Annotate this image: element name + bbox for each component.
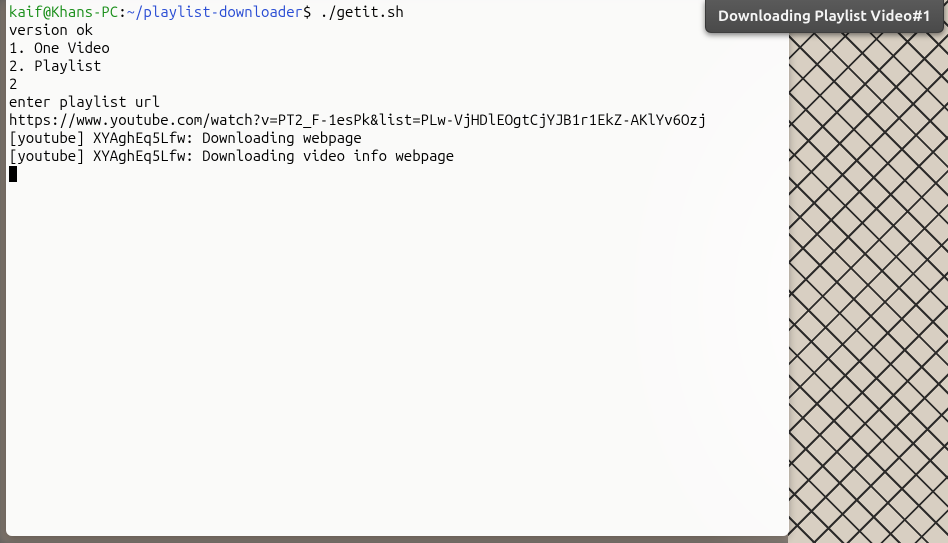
terminal-cursor	[9, 166, 17, 182]
terminal-path: ~/playlist-downloader	[127, 3, 303, 20]
terminal-command: ./getit.sh	[311, 3, 403, 20]
terminal-output-line: 2	[9, 75, 786, 93]
terminal-output-line: [youtube] XYAghEq5Lfw: Downloading video…	[9, 147, 786, 165]
terminal-output-line: version ok	[9, 21, 786, 39]
desktop-wallpaper-detail	[788, 0, 948, 543]
notification-title: Downloading Playlist Video#1	[718, 7, 931, 24]
terminal-user-host: kaif@Khans-PC	[9, 3, 118, 20]
terminal-output-line: [youtube] XYAghEq5Lfw: Downloading webpa…	[9, 129, 786, 147]
terminal-prompt-line: kaif@Khans-PC:~/playlist-downloader$ ./g…	[9, 3, 786, 21]
terminal-separator: :	[118, 3, 126, 20]
terminal-cursor-line	[9, 165, 786, 183]
notification-bubble[interactable]: Downloading Playlist Video#1	[705, 0, 944, 33]
terminal-output-line: enter playlist url	[9, 93, 786, 111]
terminal-window[interactable]: kaif@Khans-PC:~/playlist-downloader$ ./g…	[6, 0, 789, 536]
terminal-output-line: https://www.youtube.com/watch?v=PT2_F-1e…	[9, 111, 786, 129]
terminal-output-line: 1. One Video	[9, 39, 786, 57]
terminal-output-line: 2. Playlist	[9, 57, 786, 75]
